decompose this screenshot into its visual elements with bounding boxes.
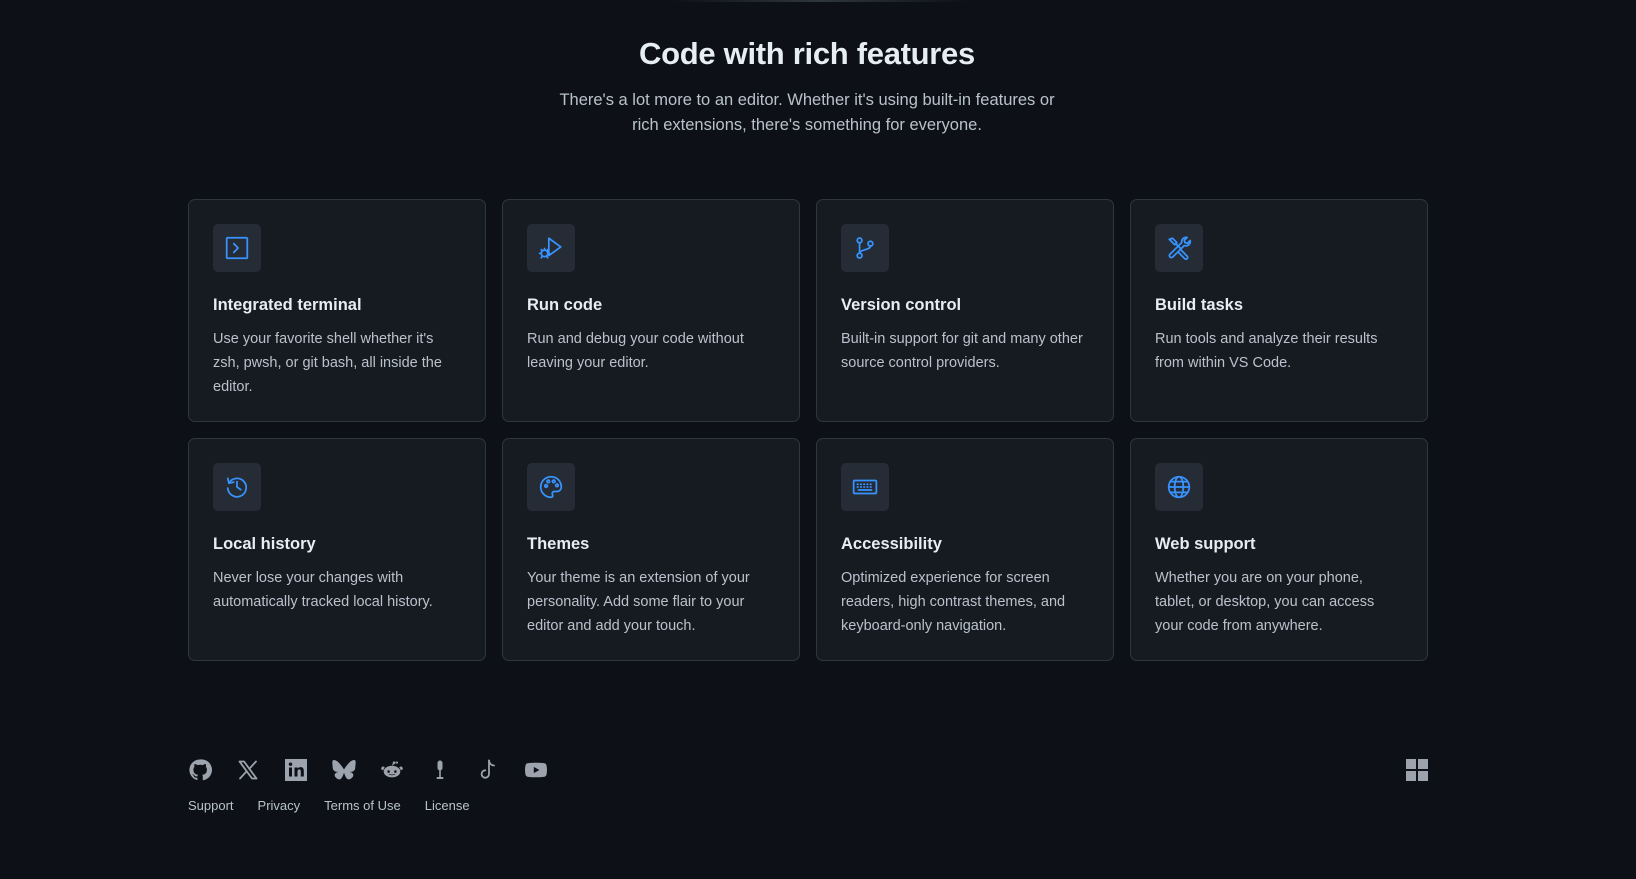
site-footer: Support Privacy Terms of Use License (188, 756, 1428, 826)
github-link[interactable] (188, 756, 236, 784)
feature-description: Never lose your changes with automatical… (213, 570, 433, 610)
reddit-icon (381, 761, 403, 778)
feature-title: Run code (527, 296, 603, 314)
feature-description: Use your favorite shell whether it's zsh… (213, 331, 442, 395)
keyboard-icon (841, 463, 889, 511)
x-link[interactable] (236, 756, 284, 784)
feature-description: Run and debug your code without leaving … (527, 331, 744, 371)
reddit-link[interactable] (380, 756, 428, 784)
feature-description: Built-in support for git and many other … (841, 331, 1083, 371)
logo-square (1418, 759, 1428, 769)
feature-card-themes: Themes Your theme is an extension of you… (502, 438, 800, 661)
bluesky-icon (332, 759, 356, 780)
top-divider (670, 0, 970, 2)
hero-section: Code with rich features There's a lot mo… (0, 36, 1614, 138)
youtube-link[interactable] (524, 756, 572, 784)
linkedin-icon (285, 759, 307, 781)
run-debug-icon (527, 224, 575, 272)
bluesky-link[interactable] (332, 756, 380, 784)
features-page: Code with rich features There's a lot mo… (0, 0, 1636, 879)
license-link[interactable]: License (425, 798, 470, 813)
terms-of-use-link[interactable]: Terms of Use (324, 798, 401, 813)
feature-description: Optimized experience for screen readers,… (841, 570, 1066, 634)
logo-square (1406, 771, 1416, 781)
history-icon (213, 463, 261, 511)
feature-description: Whether you are on your phone, tablet, o… (1155, 570, 1375, 634)
x-icon (238, 760, 258, 780)
feature-card-integrated-terminal: Integrated terminal Use your favorite sh… (188, 199, 486, 422)
feature-title: Version control (841, 296, 962, 314)
feature-card-build-tasks: Build tasks Run tools and analyze their … (1130, 199, 1428, 422)
feature-title: Build tasks (1155, 296, 1244, 314)
feature-card-run-code: Run code Run and debug your code without… (502, 199, 800, 422)
feature-title: Integrated terminal (213, 296, 362, 314)
feature-description: Run tools and analyze their results from… (1155, 331, 1378, 371)
feature-card-web-support: Web support Whether you are on your phon… (1130, 438, 1428, 661)
tiktok-link[interactable] (476, 756, 524, 784)
globe-icon (1155, 463, 1203, 511)
feature-title: Web support (1155, 535, 1256, 553)
logo-square (1418, 771, 1428, 781)
podcast-icon (436, 760, 444, 779)
github-icon (189, 759, 212, 781)
section-subtitle: There's a lot more to an editor. Whether… (559, 91, 1055, 134)
logo-square (1406, 759, 1416, 769)
palette-icon (527, 463, 575, 511)
feature-title: Accessibility (841, 535, 942, 553)
tools-icon (1155, 224, 1203, 272)
feature-card-local-history: Local history Never lose your changes wi… (188, 438, 486, 661)
feature-description: Your theme is an extension of your perso… (527, 570, 750, 634)
linkedin-link[interactable] (284, 756, 332, 784)
social-links (188, 756, 1428, 784)
source-control-icon (841, 224, 889, 272)
privacy-link[interactable]: Privacy (258, 798, 301, 813)
feature-title: Themes (527, 535, 590, 553)
terminal-icon (213, 224, 261, 272)
youtube-icon (525, 762, 547, 778)
feature-grid: Integrated terminal Use your favorite sh… (188, 199, 1428, 661)
microsoft-logo-icon[interactable] (1406, 759, 1428, 781)
section-title: Code with rich features (639, 36, 975, 71)
tiktok-icon (480, 759, 495, 779)
feature-title: Local history (213, 535, 316, 553)
podcast-link[interactable] (428, 756, 476, 784)
feature-card-version-control: Version control Built-in support for git… (816, 199, 1114, 422)
support-link[interactable]: Support (188, 798, 234, 813)
feature-card-accessibility: Accessibility Optimized experience for s… (816, 438, 1114, 661)
footer-links: Support Privacy Terms of Use License (188, 798, 1428, 813)
